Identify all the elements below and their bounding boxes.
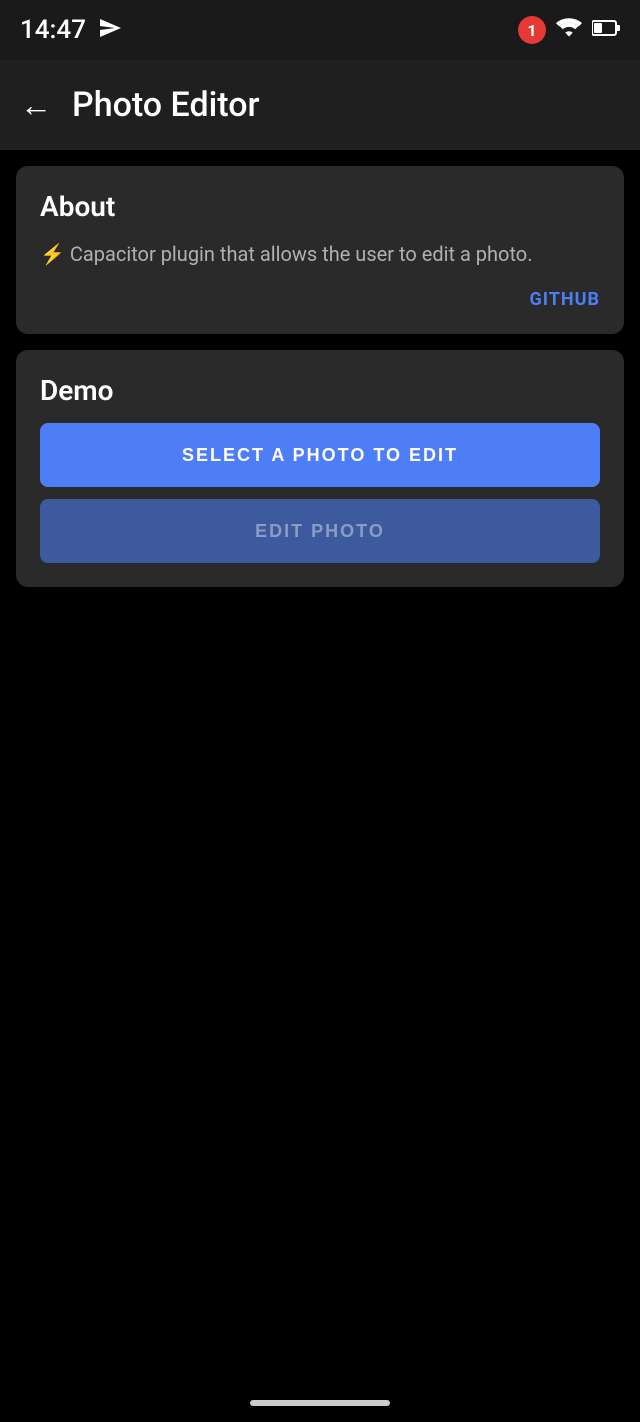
status-time: 14:47 — [20, 15, 86, 45]
app-bar: ← Photo Editor — [0, 60, 640, 150]
demo-buttons: SELECT A PHOTO TO EDIT EDIT PHOTO — [40, 423, 600, 563]
about-card: About ⚡ Capacitor plugin that allows the… — [16, 166, 624, 334]
back-arrow-icon: ← — [20, 86, 52, 124]
github-link[interactable]: GITHUB — [40, 289, 600, 310]
send-icon — [98, 16, 122, 44]
wifi-icon — [556, 18, 582, 42]
main-content: About ⚡ Capacitor plugin that allows the… — [0, 150, 640, 603]
app-bar-title: Photo Editor — [72, 85, 260, 125]
select-photo-button[interactable]: SELECT A PHOTO TO EDIT — [40, 423, 600, 487]
status-bar-left: 14:47 — [20, 15, 122, 45]
about-section-title: About — [40, 190, 600, 223]
notification-badge: 1 — [518, 16, 546, 44]
about-description: ⚡ Capacitor plugin that allows the user … — [40, 239, 600, 269]
status-bar: 14:47 1 — [0, 0, 640, 60]
status-bar-right: 1 — [518, 16, 620, 44]
demo-card: Demo SELECT A PHOTO TO EDIT EDIT PHOTO — [16, 350, 624, 587]
demo-section-title: Demo — [40, 374, 600, 407]
edit-photo-button[interactable]: EDIT PHOTO — [40, 499, 600, 563]
battery-icon — [592, 19, 620, 41]
back-button[interactable]: ← — [20, 86, 52, 124]
github-label[interactable]: GITHUB — [530, 289, 601, 310]
home-indicator — [250, 1400, 390, 1406]
